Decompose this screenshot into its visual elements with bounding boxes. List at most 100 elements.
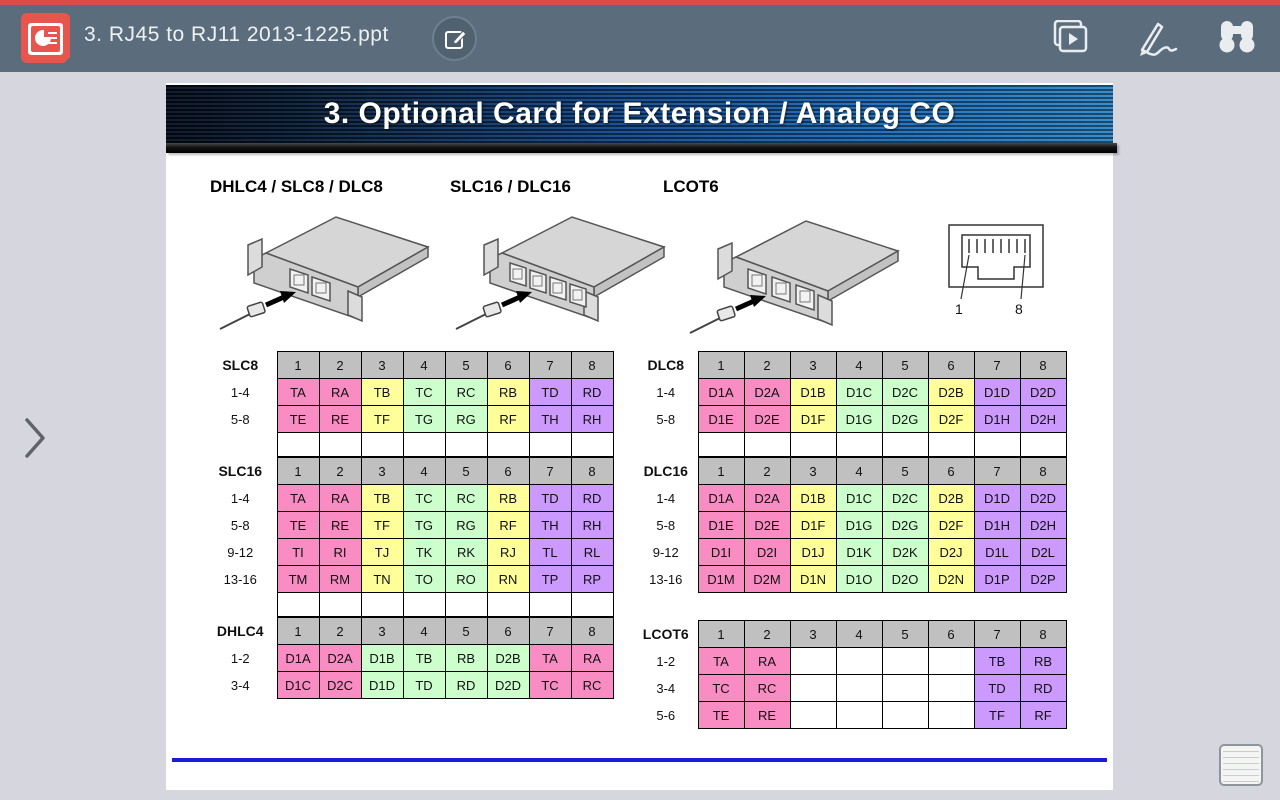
row-label: [210, 593, 277, 617]
pin-cell: RG: [444, 511, 488, 539]
row-label: 5-6: [656, 707, 676, 723]
find-button[interactable]: [1218, 20, 1256, 54]
slide-title-band: 3. Optional Card for Extension / Analog …: [166, 85, 1113, 143]
pin-cell: D2A: [743, 484, 791, 512]
column-header: 8: [1019, 620, 1067, 648]
pin-cell: RA: [318, 484, 362, 512]
pin-cell: RJ: [486, 538, 530, 566]
pin-cell: D2P: [1019, 565, 1067, 593]
column-header: 8: [1019, 351, 1067, 379]
pin-cell: TN: [360, 565, 404, 593]
pin-cell: [318, 592, 362, 617]
edit-button[interactable]: [432, 16, 477, 61]
pin-cell: TO: [402, 565, 446, 593]
binoculars-find-icon: [1219, 21, 1255, 53]
pin-cell: RA: [318, 378, 362, 406]
column-header: 2: [743, 351, 791, 379]
presentation-file-icon[interactable]: [21, 13, 71, 65]
pin-cell: RH: [570, 511, 614, 539]
pin-cell: RM: [318, 565, 362, 593]
pin-cell: RA: [743, 647, 791, 675]
pin-cell: TD: [528, 484, 572, 512]
pin-cell: D1G: [835, 405, 883, 433]
pin-cell: D2H: [1019, 511, 1067, 539]
row-label: 5-8: [230, 411, 250, 427]
pin-cell: [789, 701, 837, 729]
presentation-canvas: 3. Optional Card for Extension / Analog …: [0, 72, 1280, 800]
title-underline-bar: [166, 143, 1117, 153]
column-header: 1: [697, 457, 745, 485]
pin-cell: D1F: [789, 511, 837, 539]
pin-cell: [444, 432, 488, 457]
column-header: 6: [486, 351, 530, 379]
pin-cell: D2O: [881, 565, 929, 593]
row-label: 5-8: [230, 517, 250, 533]
pin-cell: TA: [276, 378, 320, 406]
pen-annotate-icon: [1140, 22, 1178, 56]
slideshow-play-button[interactable]: [1052, 20, 1088, 54]
pin-cell: [927, 674, 975, 702]
pin-cell: [789, 674, 837, 702]
pin-cell: TE: [276, 405, 320, 433]
row-label: 1-4: [656, 384, 676, 400]
pin-cell: TD: [973, 674, 1021, 702]
column-header: 3: [789, 457, 837, 485]
pin-cell: D2A: [318, 644, 362, 672]
pin-cell: D1A: [697, 378, 745, 406]
column-header: 5: [881, 457, 929, 485]
pin-cell: D1D: [360, 671, 404, 699]
column-header: 4: [402, 457, 446, 485]
pin-cell: TM: [276, 565, 320, 593]
pin-cell: [360, 432, 404, 457]
row-label: 5-8: [656, 517, 676, 533]
pin-cell: [360, 592, 404, 617]
pin-cell: D1L: [973, 538, 1021, 566]
pin-cell: TI: [276, 538, 320, 566]
row-label: [210, 433, 277, 457]
pin-cell: [486, 432, 530, 457]
row-label: 1-4: [230, 384, 250, 400]
pin-cell: TB: [360, 484, 404, 512]
pin-cell: RE: [743, 701, 791, 729]
pin-cell: D2N: [927, 565, 975, 593]
slide[interactable]: 3. Optional Card for Extension / Analog …: [166, 83, 1117, 790]
column-header: 3: [789, 620, 837, 648]
pin-cell: [402, 592, 446, 617]
card-label-dhlc4-slc8-dlc8: DHLC4 / SLC8 / DLC8: [210, 177, 383, 196]
pin-cell: D2L: [1019, 538, 1067, 566]
row-label: 3-4: [230, 677, 250, 693]
notes-panel-button[interactable]: [1219, 744, 1263, 786]
column-header: 7: [973, 620, 1021, 648]
pin-cell: RN: [486, 565, 530, 593]
pin-cell: RC: [444, 484, 488, 512]
pen-annotate-button[interactable]: [1128, 20, 1178, 58]
pin-cell: [881, 701, 929, 729]
pin-cell: RD: [1019, 674, 1067, 702]
pin-cell: RH: [570, 405, 614, 433]
slide-title: 3. Optional Card for Extension / Analog …: [323, 97, 956, 130]
pin-cell: [881, 674, 929, 702]
pin-cell: TE: [276, 511, 320, 539]
pin-cell: RB: [486, 378, 530, 406]
next-slide-button[interactable]: [22, 417, 48, 459]
column-header: 2: [743, 620, 791, 648]
column-header: 8: [570, 457, 614, 485]
pin-cell: TF: [360, 511, 404, 539]
pin-cell: RF: [486, 511, 530, 539]
pin-cell: [881, 647, 929, 675]
pin-cell: [570, 432, 614, 457]
pin-cell: TB: [402, 644, 446, 672]
pin-cell: D1K: [835, 538, 883, 566]
pin-cell: D2A: [743, 378, 791, 406]
rj45-pinout-diagram: 1 8: [941, 221, 1051, 321]
pin-cell: [835, 674, 883, 702]
row-label: 9-12: [227, 544, 254, 560]
column-header: 8: [1019, 457, 1067, 485]
pin-cell: RC: [570, 671, 614, 699]
pin-cell: RI: [318, 538, 362, 566]
document-title: 3. RJ45 to RJ11 2013-1225.ppt: [84, 23, 389, 46]
column-header: 5: [444, 617, 488, 645]
pin-cell: [927, 701, 975, 729]
pin-cell: D1A: [697, 484, 745, 512]
pin-cell: [881, 432, 929, 457]
